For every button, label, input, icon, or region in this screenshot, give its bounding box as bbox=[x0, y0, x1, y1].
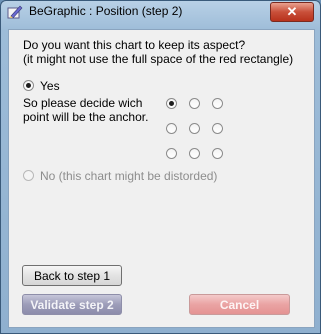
anchor-bottom-left-radio[interactable] bbox=[166, 148, 177, 159]
window-title: BeGraphic : Position (step 2) bbox=[29, 4, 183, 18]
anchor-top-center-radio[interactable] bbox=[189, 98, 200, 109]
anchor-middle-left-radio[interactable] bbox=[166, 123, 177, 134]
no-label: No (this chart might be distorded) bbox=[40, 169, 218, 183]
dialog-content: Do you want this chart to keep its aspec… bbox=[8, 29, 315, 328]
no-radio[interactable] bbox=[23, 170, 34, 181]
yes-label[interactable]: Yes bbox=[40, 79, 60, 93]
aspect-question: Do you want this chart to keep its aspec… bbox=[23, 38, 293, 66]
cancel-button[interactable]: Cancel bbox=[189, 294, 290, 315]
validate-step2-button[interactable]: Validate step 2 bbox=[22, 294, 122, 315]
dialog-window: BeGraphic : Position (step 2) ✕ Do you w… bbox=[0, 0, 321, 334]
anchor-bottom-center-radio[interactable] bbox=[189, 148, 200, 159]
anchor-top-right-radio[interactable] bbox=[212, 98, 223, 109]
back-to-step1-button[interactable]: Back to step 1 bbox=[22, 265, 122, 286]
title-bar[interactable]: BeGraphic : Position (step 2) ✕ bbox=[1, 1, 320, 23]
anchor-prompt: So please decide wich point will be the … bbox=[23, 96, 148, 124]
aspect-question-line1: Do you want this chart to keep its aspec… bbox=[23, 38, 246, 52]
anchor-middle-right-radio[interactable] bbox=[212, 123, 223, 134]
anchor-bottom-right-radio[interactable] bbox=[212, 148, 223, 159]
anchor-prompt-line1: So please decide wich bbox=[23, 96, 143, 110]
anchor-prompt-line2: point will be the anchor. bbox=[23, 110, 149, 124]
anchor-middle-center-radio[interactable] bbox=[189, 123, 200, 134]
begraphic-app-icon bbox=[7, 5, 23, 19]
yes-radio[interactable] bbox=[23, 80, 34, 91]
aspect-question-line2: (it might not use the full space of the … bbox=[23, 52, 294, 66]
anchor-top-left-radio[interactable] bbox=[166, 98, 177, 109]
close-button[interactable]: ✕ bbox=[270, 2, 314, 22]
